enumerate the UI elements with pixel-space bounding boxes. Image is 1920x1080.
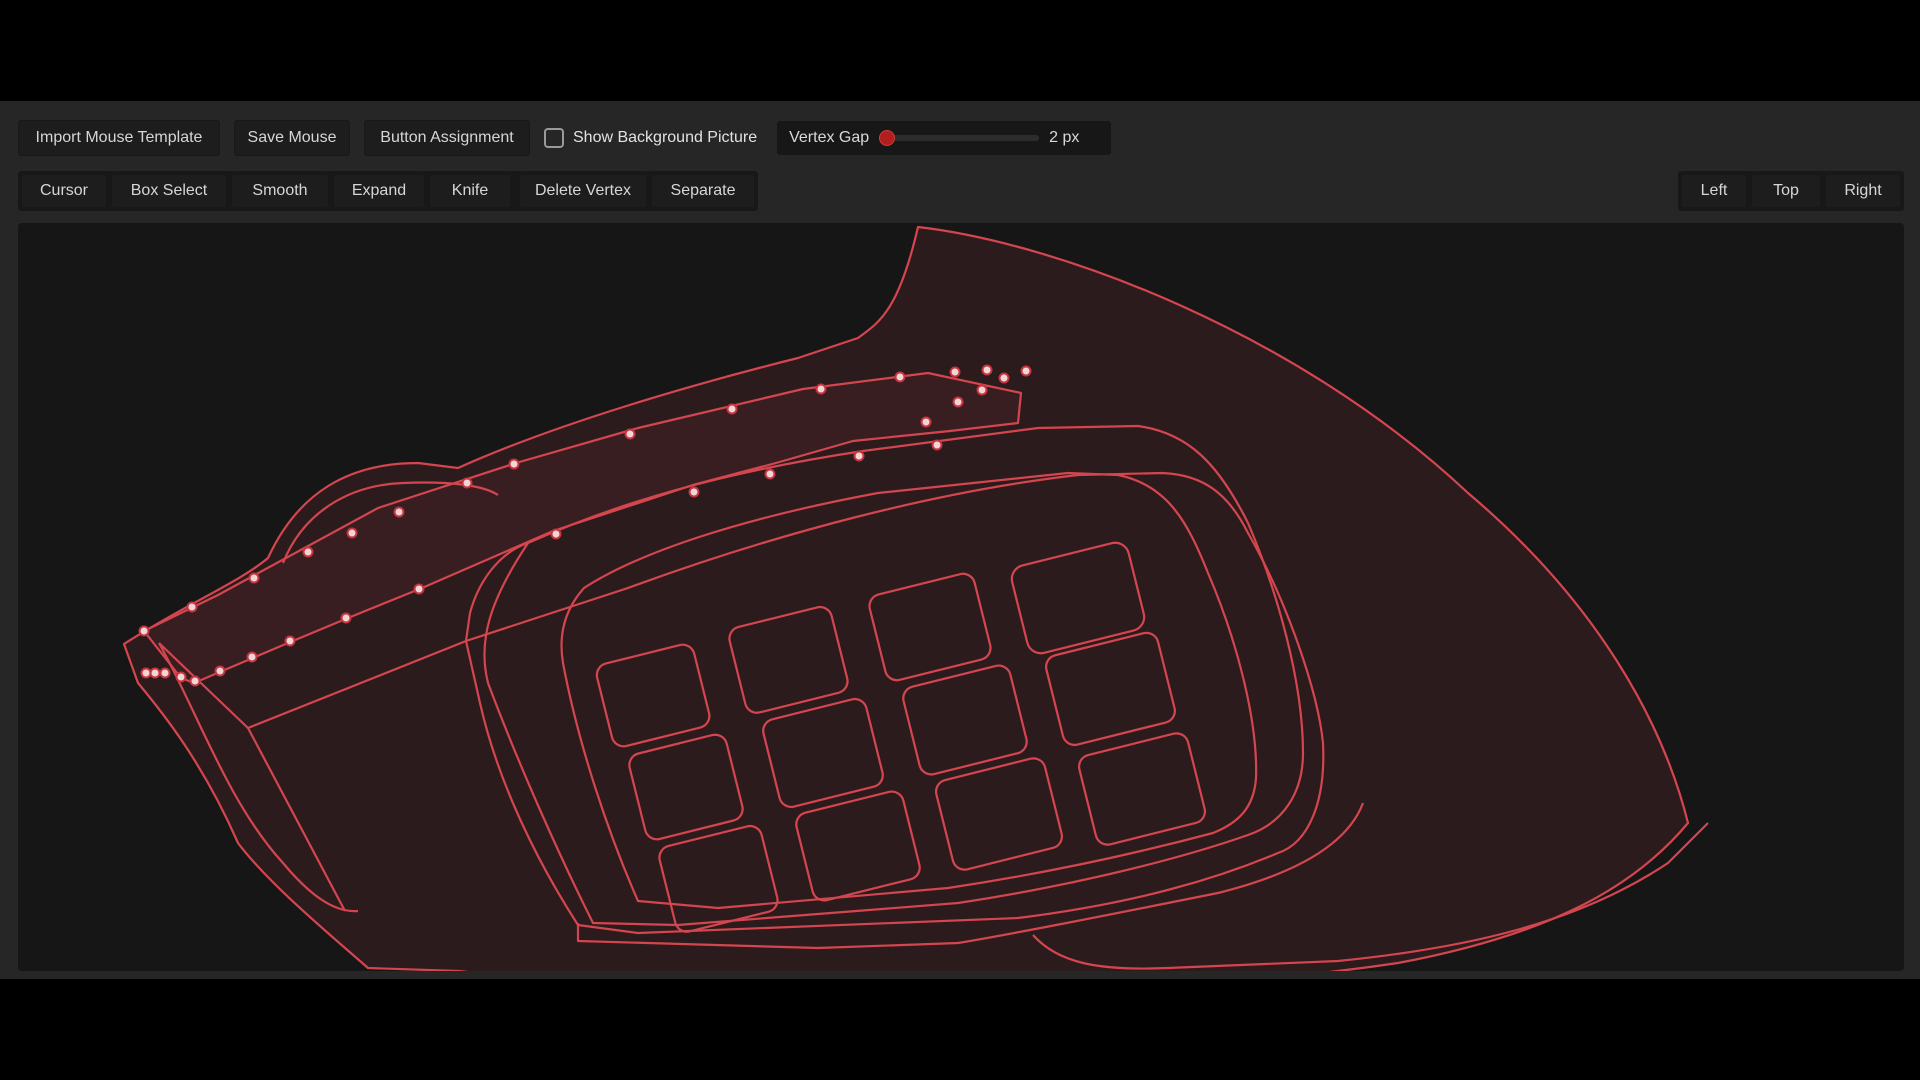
expand-tool-button[interactable]: Expand	[333, 174, 425, 208]
vertex[interactable]	[189, 675, 201, 687]
vertex[interactable]	[920, 416, 932, 428]
vertex[interactable]	[688, 486, 700, 498]
vertex[interactable]	[508, 458, 520, 470]
vertex-gap-slider[interactable]	[879, 130, 1040, 146]
vertex[interactable]	[175, 671, 187, 683]
vertex[interactable]	[246, 651, 258, 663]
vertex[interactable]	[853, 450, 865, 462]
vertex[interactable]	[815, 383, 827, 395]
vertex[interactable]	[726, 403, 738, 415]
vertex[interactable]	[1020, 365, 1032, 377]
separate-button[interactable]: Separate	[651, 174, 755, 208]
vertex[interactable]	[894, 371, 906, 383]
mouse-outline-drawing	[122, 225, 1709, 971]
vertex[interactable]	[248, 572, 260, 584]
vertex-gap-value: 2 px	[1049, 129, 1080, 146]
show-background-checkbox[interactable]	[544, 128, 564, 148]
smooth-tool-button[interactable]: Smooth	[231, 174, 329, 208]
box-select-tool-button[interactable]: Box Select	[111, 174, 227, 208]
view-right-button[interactable]: Right	[1825, 174, 1901, 208]
knife-tool-button[interactable]: Knife	[429, 174, 511, 208]
view-toolbar: Left Top Right	[1678, 171, 1904, 211]
vertex[interactable]	[346, 527, 358, 539]
vertex[interactable]	[764, 468, 776, 480]
vertex[interactable]	[393, 506, 405, 518]
show-background-toggle[interactable]: Show Background Picture	[544, 128, 757, 148]
view-top-button[interactable]: Top	[1751, 174, 1821, 208]
vertex[interactable]	[138, 625, 150, 637]
cursor-tool-button[interactable]: Cursor	[21, 174, 107, 208]
vertex[interactable]	[214, 665, 226, 677]
tool-toolbar: Cursor Box Select Smooth Expand Knife De…	[18, 171, 758, 211]
save-mouse-button[interactable]: Save Mouse	[234, 120, 350, 156]
vertex[interactable]	[998, 372, 1010, 384]
top-toolbar: Import Mouse Template Save Mouse Button …	[18, 120, 1112, 156]
vertex-gap-control: Vertex Gap 2 px	[777, 121, 1112, 155]
vertex[interactable]	[186, 601, 198, 613]
view-left-button[interactable]: Left	[1681, 174, 1747, 208]
vertex-gap-slider-thumb[interactable]	[879, 130, 896, 146]
vertex[interactable]	[550, 528, 562, 540]
delete-vertex-button[interactable]: Delete Vertex	[519, 174, 647, 208]
vertex[interactable]	[340, 612, 352, 624]
editor-window: Import Mouse Template Save Mouse Button …	[0, 101, 1920, 979]
vertex[interactable]	[461, 477, 473, 489]
view-buttons-group: Left Top Right	[1678, 171, 1904, 211]
vertex[interactable]	[624, 428, 636, 440]
vertex[interactable]	[976, 384, 988, 396]
show-background-label: Show Background Picture	[573, 129, 758, 146]
vertex[interactable]	[149, 667, 161, 679]
button-assignment-button[interactable]: Button Assignment	[364, 120, 530, 156]
vertex[interactable]	[949, 366, 961, 378]
import-template-button[interactable]: Import Mouse Template	[18, 120, 220, 156]
mouse-editor-canvas[interactable]	[18, 223, 1904, 971]
vertex[interactable]	[302, 546, 314, 558]
vertex[interactable]	[952, 396, 964, 408]
vertex[interactable]	[284, 635, 296, 647]
vertex[interactable]	[140, 667, 152, 679]
vertex[interactable]	[413, 583, 425, 595]
vertex[interactable]	[159, 667, 171, 679]
vertex-gap-label: Vertex Gap	[789, 129, 870, 146]
vertex[interactable]	[931, 439, 943, 451]
vertex[interactable]	[981, 364, 993, 376]
edit-tools-group: Cursor Box Select Smooth Expand Knife De…	[18, 171, 758, 211]
